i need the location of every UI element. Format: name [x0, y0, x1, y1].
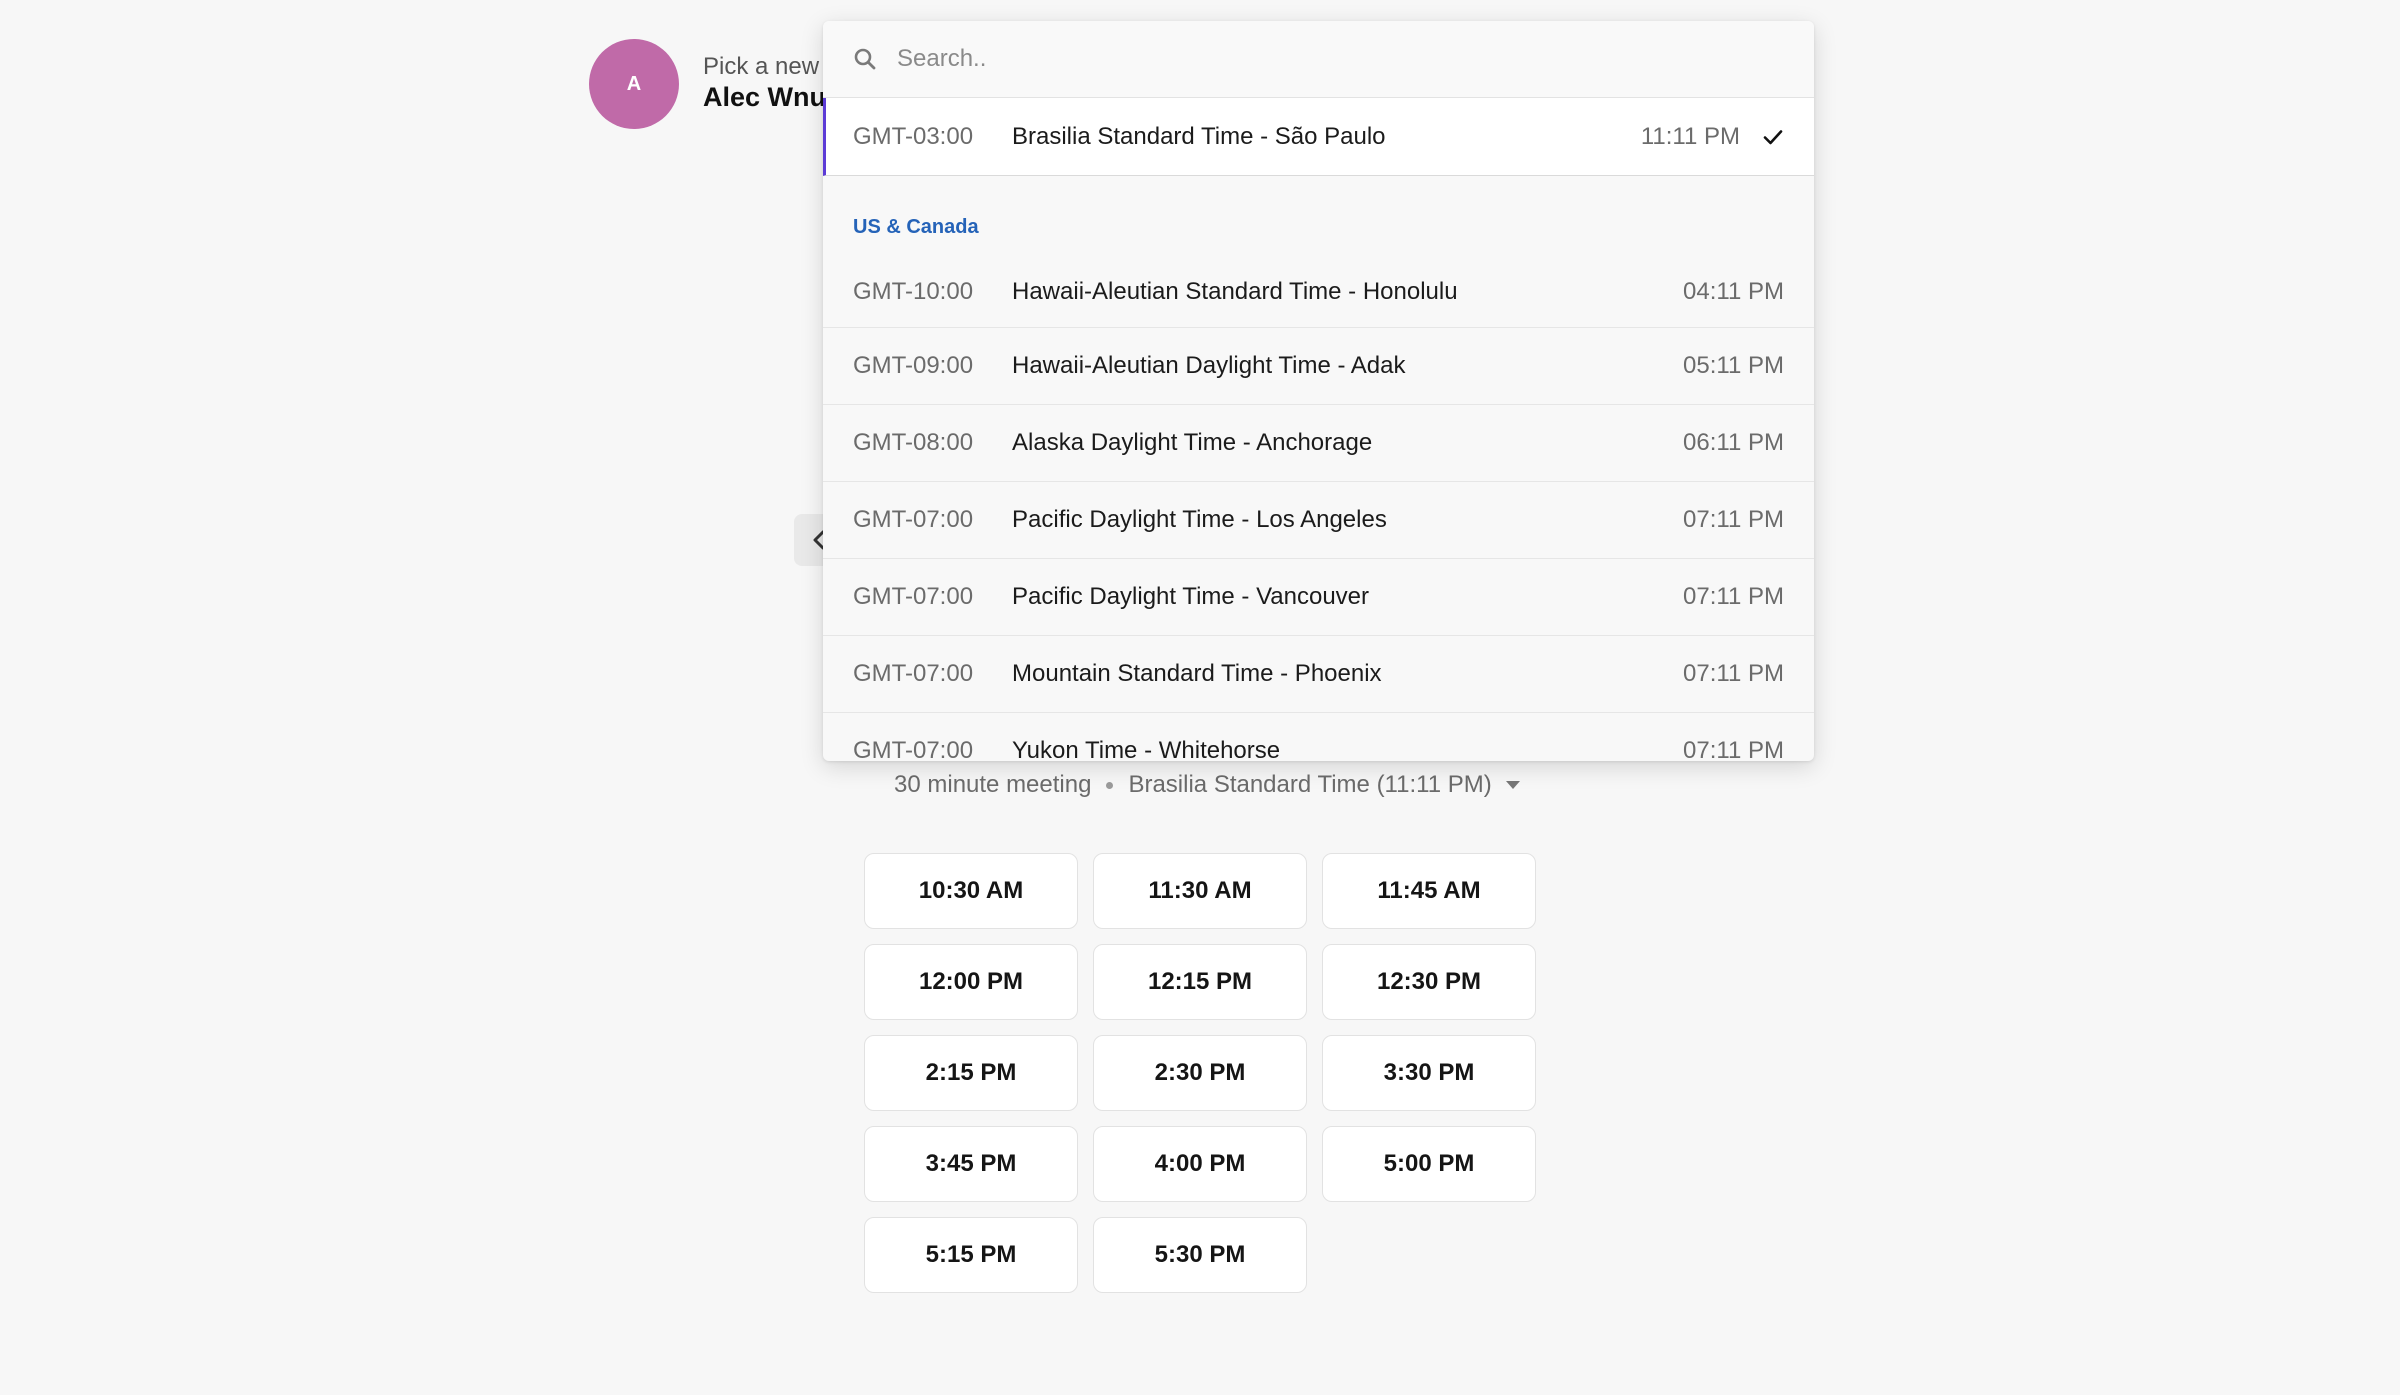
timezone-offset: GMT-07:00: [853, 583, 974, 610]
timezone-time: 11:11 PM: [1640, 122, 1740, 150]
time-slot-button[interactable]: 5:30 PM: [1093, 1217, 1307, 1293]
timezone-name: Pacific Daylight Time - Vancouver: [1012, 583, 1370, 610]
timezone-list: GMT-10:00 Hawaii-Aleutian Standard Time -…: [823, 256, 1814, 761]
time-slot-button[interactable]: 12:00 PM: [864, 944, 1078, 1020]
timezone-time: 04:11 PM: [1683, 277, 1784, 305]
time-slot-button[interactable]: 2:30 PM: [1093, 1035, 1307, 1111]
timezone-option[interactable]: GMT-07:00 Pacific Daylight Time - Los Ang…: [823, 482, 1814, 559]
timezone-name: Mountain Standard Time - Phoenix: [1012, 660, 1382, 687]
time-slot-button[interactable]: 12:30 PM: [1322, 944, 1536, 1020]
timezone-offset: GMT-03:00: [853, 122, 974, 150]
time-slot-button[interactable]: 4:00 PM: [1093, 1126, 1307, 1202]
timezone-name: Alaska Daylight Time - Anchorage: [1012, 429, 1373, 456]
timezone-name: Brasilia Standard Time - São Paulo: [1012, 122, 1386, 150]
check-icon: [1763, 129, 1783, 144]
timezone-option[interactable]: GMT-08:00 Alaska Daylight Time - Anchorag…: [823, 405, 1814, 482]
time-slot-button[interactable]: 12:15 PM: [1093, 944, 1307, 1020]
timezone-option[interactable]: GMT-07:00 Mountain Standard Time - Phoeni…: [823, 636, 1814, 713]
timezone-time: 07:11 PM: [1683, 583, 1784, 610]
search-input[interactable]: [895, 44, 1699, 74]
timezone-offset: GMT-07:00: [853, 660, 974, 687]
timezone-time: 06:11 PM: [1683, 429, 1784, 456]
timezone-name: Yukon Time - Whitehorse: [1012, 737, 1281, 761]
time-slot-button[interactable]: 5:15 PM: [864, 1217, 1078, 1293]
meeting-info: 30 minute meeting Brasilia Standard Time…: [894, 771, 1520, 799]
timezone-option[interactable]: GMT-09:00 Hawaii-Aleutian Daylight Time -…: [823, 328, 1814, 405]
timezone-option-selected[interactable]: GMT-03:00 Brasilia Standard Time - São P…: [823, 98, 1814, 176]
host-subtitle: Pick a new: [703, 53, 820, 80]
timezone-name: Hawaii-Aleutian Standard Time - Honolulu: [1012, 277, 1458, 305]
avatar-initial: A: [626, 72, 642, 95]
time-slot-button[interactable]: 2:15 PM: [864, 1035, 1078, 1111]
avatar: A: [589, 39, 679, 129]
search-icon: [854, 48, 876, 70]
timezone-name: Pacific Daylight Time - Los Angeles: [1012, 506, 1387, 533]
time-slot-button[interactable]: 5:00 PM: [1322, 1126, 1536, 1202]
timezone-option[interactable]: GMT-07:00 Yukon Time - Whitehorse 07:11 PM: [823, 713, 1814, 761]
timezone-offset: GMT-09:00: [853, 352, 974, 379]
caret-down-icon[interactable]: [1505, 781, 1520, 789]
timezone-offset: GMT-07:00: [853, 737, 974, 761]
timezone-option[interactable]: GMT-07:00 Pacific Daylight Time - Vancouv…: [823, 559, 1814, 636]
timezone-dropdown: GMT-03:00 Brasilia Standard Time - São P…: [823, 21, 1814, 761]
time-slot-button[interactable]: 3:45 PM: [864, 1126, 1078, 1202]
time-slot-button[interactable]: 10:30 AM: [864, 853, 1078, 929]
timezone-offset: GMT-07:00: [853, 506, 974, 533]
timezone-time: 07:11 PM: [1683, 737, 1784, 761]
timezone-time: 05:11 PM: [1683, 352, 1784, 379]
group-label: US & Canada: [853, 216, 979, 238]
host-name: Alec Wnu: [703, 82, 827, 112]
timezone-search: [823, 21, 1814, 98]
time-slot-button[interactable]: 11:45 AM: [1322, 853, 1536, 929]
timezone-time: 07:11 PM: [1683, 660, 1784, 687]
timezone-group-header: US & Canada: [823, 176, 1814, 256]
timezone-offset: GMT-10:00: [853, 277, 974, 305]
separator-dot: [1106, 781, 1114, 789]
timezone-name: Hawaii-Aleutian Daylight Time - Adak: [1012, 352, 1406, 379]
time-slot-grid: 10:30 AM 11:30 AM 11:45 AM 12:00 PM 12:15 PM…: [864, 853, 1536, 1293]
timezone-time: 07:11 PM: [1683, 506, 1784, 533]
timezone-trigger[interactable]: Brasilia Standard Time (11:11 PM): [1128, 771, 1491, 799]
timezone-offset: GMT-08:00: [853, 429, 974, 456]
time-slot-button[interactable]: 11:30 AM: [1093, 853, 1307, 929]
meeting-duration: 30 minute meeting: [894, 771, 1092, 798]
time-slot-button[interactable]: 3:30 PM: [1322, 1035, 1536, 1111]
timezone-option[interactable]: GMT-10:00 Hawaii-Aleutian Standard Time -…: [823, 256, 1814, 328]
